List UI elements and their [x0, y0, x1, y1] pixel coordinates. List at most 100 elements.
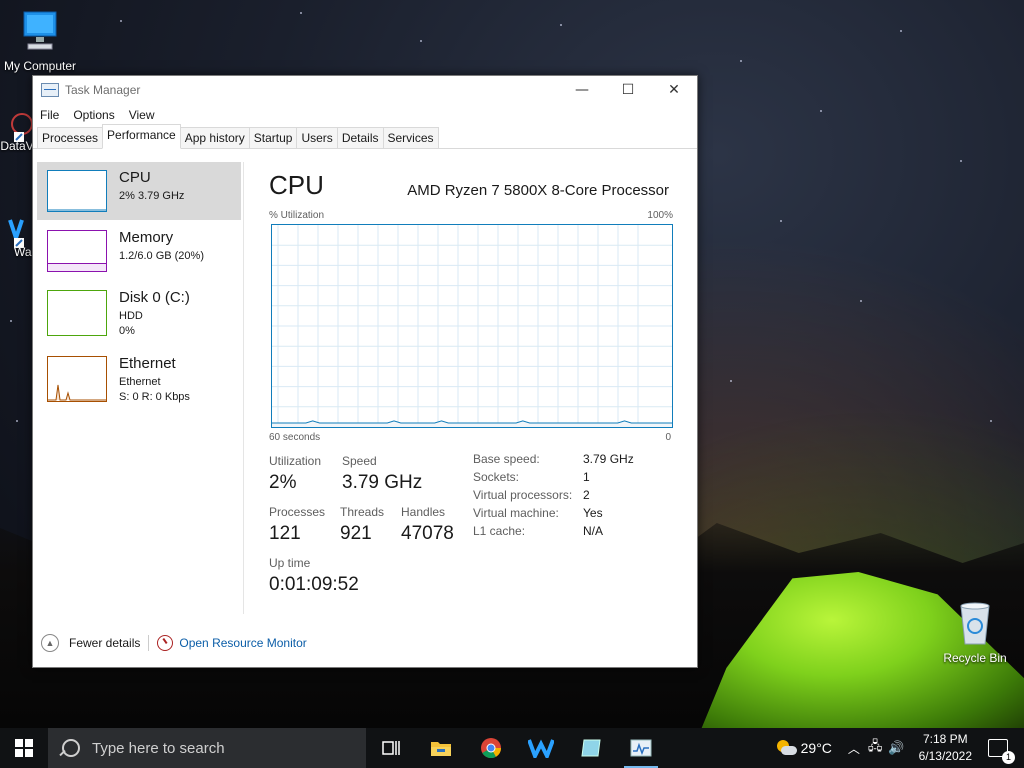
divider — [148, 635, 150, 651]
cpu-utilization-graph — [271, 224, 673, 428]
weather-temperature[interactable]: 29°C — [801, 740, 832, 756]
resource-detail: 1.2/6.0 GB (20%) — [119, 250, 204, 262]
task-view-icon — [382, 741, 400, 755]
tab-processes[interactable]: Processes — [37, 127, 104, 148]
stat-label: Processes — [269, 505, 326, 519]
spec-value: Yes — [583, 506, 603, 520]
processor-name: AMD Ryzen 7 5800X 8-Core Processor — [407, 182, 669, 199]
search-icon — [62, 739, 80, 757]
desktop-icon-datav[interactable]: DataV — [0, 110, 34, 153]
task-view-button[interactable] — [366, 728, 416, 768]
stat-value: 2% — [269, 472, 297, 493]
close-button[interactable]: ✕ — [651, 76, 697, 104]
chrome-button[interactable] — [466, 728, 516, 768]
tab-app-history[interactable]: App history — [179, 127, 250, 148]
resource-name: CPU — [119, 169, 151, 186]
notes-app-button[interactable] — [566, 728, 616, 768]
spec-key: Sockets: — [473, 470, 520, 484]
chrome-icon — [481, 738, 502, 759]
maximize-button[interactable]: ☐ — [605, 76, 651, 104]
tab-startup[interactable]: Startup — [248, 127, 298, 148]
tab-performance[interactable]: Performance — [102, 124, 181, 149]
resource-item-memory[interactable]: Memory 1.2/6.0 GB (20%) — [37, 222, 241, 280]
desktop-icon-my-computer[interactable]: My Computer — [2, 10, 78, 73]
title-bar[interactable]: Task Manager — ☐ ✕ — [33, 76, 697, 104]
resource-item-ethernet[interactable]: Ethernet Ethernet S: 0 R: 0 Kbps — [37, 348, 241, 406]
resource-name: Memory — [119, 229, 174, 246]
network-icon[interactable]: 🖧 — [868, 737, 883, 759]
w-app-button[interactable] — [516, 728, 566, 768]
search-placeholder: Type here to search — [92, 739, 225, 757]
spec-row: Virtual machine: Yes — [473, 506, 634, 524]
task-manager-taskbar-button[interactable] — [616, 728, 666, 768]
datav-icon — [11, 113, 33, 142]
disk-thumbnail — [47, 290, 107, 336]
resource-item-disk[interactable]: Disk 0 (C:) HDD 0% — [37, 282, 241, 340]
stat-value: 0:01:09:52 — [269, 574, 359, 595]
resource-detail: 0% — [119, 325, 135, 337]
chevron-up-icon[interactable]: ▲ — [41, 634, 59, 652]
resource-item-cpu[interactable]: CPU 2% 3.79 GHz — [37, 162, 241, 220]
desktop-icon-recycle-bin[interactable]: Recycle Bin — [942, 600, 1008, 665]
menu-file[interactable]: File — [33, 108, 66, 122]
desktop-icon-wa[interactable]: Wa — [0, 216, 34, 259]
chevron-up-icon[interactable]: ︿ — [848, 740, 860, 757]
resource-name: Disk 0 (C:) — [119, 289, 190, 306]
tab-details[interactable]: Details — [336, 127, 384, 148]
tab-users[interactable]: Users — [296, 127, 338, 148]
task-manager-icon — [630, 739, 652, 757]
stat-handles: Handles 47078 — [401, 505, 454, 545]
tab-services[interactable]: Services — [382, 127, 439, 148]
file-explorer-button[interactable] — [416, 728, 466, 768]
resource-list: CPU 2% 3.79 GHz Memory 1.2/6.0 GB (20%) … — [35, 162, 244, 614]
resource-detail: HDD — [119, 310, 143, 322]
stat-processes: Processes 121 — [269, 505, 325, 545]
spec-row: Virtual processors: 2 — [473, 488, 634, 506]
spec-value: N/A — [583, 524, 604, 538]
cpu-series-line — [272, 420, 672, 424]
spec-row: Sockets: 1 — [473, 470, 634, 488]
task-manager-icon — [41, 83, 59, 97]
spec-value: 3.79 GHz — [583, 452, 634, 466]
resource-detail: S: 0 R: 0 Kbps — [119, 391, 190, 403]
notification-icon[interactable]: 1 — [988, 739, 1015, 764]
stat-label: Utilization — [269, 454, 322, 468]
zero-axis-label: 0 — [665, 432, 671, 443]
notification-count: 1 — [1002, 751, 1015, 764]
weather-icon[interactable] — [775, 739, 797, 757]
taskbar-search[interactable]: Type here to search — [48, 728, 366, 768]
max-axis-label: 100% — [647, 210, 673, 221]
spec-row: Base speed: 3.79 GHz — [473, 452, 634, 470]
spec-value: 2 — [583, 488, 590, 502]
volume-icon[interactable]: 🔊 — [888, 740, 904, 756]
resource-detail: Ethernet — [119, 376, 161, 388]
clock[interactable]: 7:18 PM 6/13/2022 — [919, 731, 972, 765]
stat-value: 47078 — [401, 523, 454, 544]
task-manager-window[interactable]: Task Manager — ☐ ✕ File Options View Pro… — [32, 75, 698, 668]
windows-logo-icon — [15, 739, 33, 757]
stat-threads: Threads 921 — [340, 505, 384, 545]
system-tray: 29°C ︿ 🖧 🔊 7:18 PM 6/13/2022 1 — [775, 728, 1024, 768]
spec-row: L1 cache: N/A — [473, 524, 634, 542]
open-resource-monitor-link[interactable]: Open Resource Monitor — [179, 636, 306, 650]
menu-options[interactable]: Options — [66, 108, 121, 122]
stat-label: Up time — [269, 556, 311, 570]
stat-label: Handles — [401, 505, 446, 519]
wa-icon — [8, 219, 24, 248]
footer-bar: ▲ Fewer details Open Resource Monitor — [33, 628, 697, 658]
start-button[interactable] — [0, 728, 48, 768]
fewer-details-link[interactable]: Fewer details — [69, 636, 140, 650]
ethernet-thumbnail — [47, 356, 107, 402]
minimize-button[interactable]: — — [559, 76, 605, 104]
resource-detail: 2% 3.79 GHz — [119, 190, 185, 202]
spec-key: Base speed: — [473, 452, 540, 466]
recycle-bin-icon — [960, 602, 990, 645]
tab-bar: Processes Performance App history Startu… — [33, 124, 697, 149]
cpu-series-area — [272, 420, 672, 427]
taskbar: Type here to search 29°C ︿ 🖧 🔊 7:18 PM 6… — [0, 728, 1024, 768]
menu-view[interactable]: View — [122, 108, 162, 122]
utilization-axis-label: % Utilization — [269, 210, 325, 221]
resource-monitor-icon — [157, 635, 174, 651]
menu-bar: File Options View — [33, 104, 697, 126]
stat-label: Threads — [340, 505, 385, 519]
